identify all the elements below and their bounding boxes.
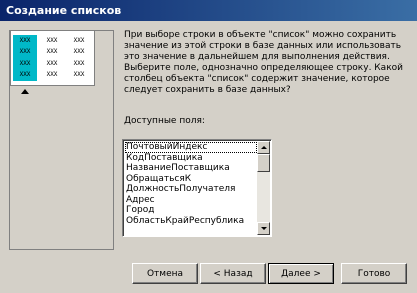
highlighted-column: XXX XXX XXX XXX — [13, 35, 37, 81]
vertical-scrollbar[interactable] — [257, 141, 270, 235]
list-item[interactable]: КодПоставщика — [125, 153, 257, 164]
instruction-text: При выборе строки в объекте "список" мож… — [124, 30, 403, 95]
title-bar: Создание списков — [0, 0, 417, 21]
grid-cell: XXX — [46, 71, 58, 79]
grid-cell: XXX — [46, 48, 58, 56]
grid-cell: XXX — [19, 48, 31, 56]
grid-column: XXX XXX XXX XXX — [67, 35, 91, 81]
grid-cell: XXX — [73, 36, 85, 44]
scroll-up-button[interactable] — [257, 141, 270, 154]
grid-column: XXX XXX XXX XXX — [40, 35, 64, 81]
arrow-up-icon — [260, 146, 267, 149]
list-item[interactable]: Адрес — [125, 195, 257, 206]
list-item[interactable]: ОбластьКрайРеспублика — [125, 216, 257, 227]
list-preview-grid: XXX XXX XXX XXX XXX XXX XXX XXX XXX XXX … — [10, 30, 95, 86]
list-item[interactable]: НазваниеПоставщика — [125, 163, 257, 174]
cancel-button[interactable]: Отмена — [132, 263, 198, 284]
available-fields-label: Доступные поля: — [124, 116, 205, 126]
grid-cell: XXX — [19, 36, 31, 44]
arrow-down-icon — [260, 227, 267, 230]
grid-cell: XXX — [73, 59, 85, 67]
wizard-window: Создание списков XXX XXX XXX XXX XXX XXX… — [0, 0, 417, 293]
listbox-items: ПочтовыйИндекс КодПоставщика НазваниеПос… — [125, 142, 257, 226]
grid-cell: XXX — [73, 71, 85, 79]
available-fields-listbox[interactable]: ПочтовыйИндекс КодПоставщика НазваниеПос… — [122, 139, 272, 237]
list-item[interactable]: Город — [125, 205, 257, 216]
list-item[interactable]: ПочтовыйИндекс — [125, 142, 257, 153]
list-item[interactable]: ДолжностьПолучателя — [125, 184, 257, 195]
grid-cell: XXX — [19, 71, 31, 79]
back-button[interactable]: < Назад — [200, 263, 266, 284]
scroll-thumb[interactable] — [257, 154, 270, 172]
scroll-down-button[interactable] — [257, 222, 270, 235]
next-button[interactable]: Далее > — [268, 263, 334, 284]
grid-cell: XXX — [19, 59, 31, 67]
grid-cell: XXX — [73, 48, 85, 56]
list-item[interactable]: ОбращатьсяК — [125, 174, 257, 185]
grid-cell: XXX — [46, 36, 58, 44]
column-pointer-icon — [21, 89, 29, 94]
finish-button[interactable]: Готово — [341, 263, 407, 284]
grid-cell: XXX — [46, 59, 58, 67]
